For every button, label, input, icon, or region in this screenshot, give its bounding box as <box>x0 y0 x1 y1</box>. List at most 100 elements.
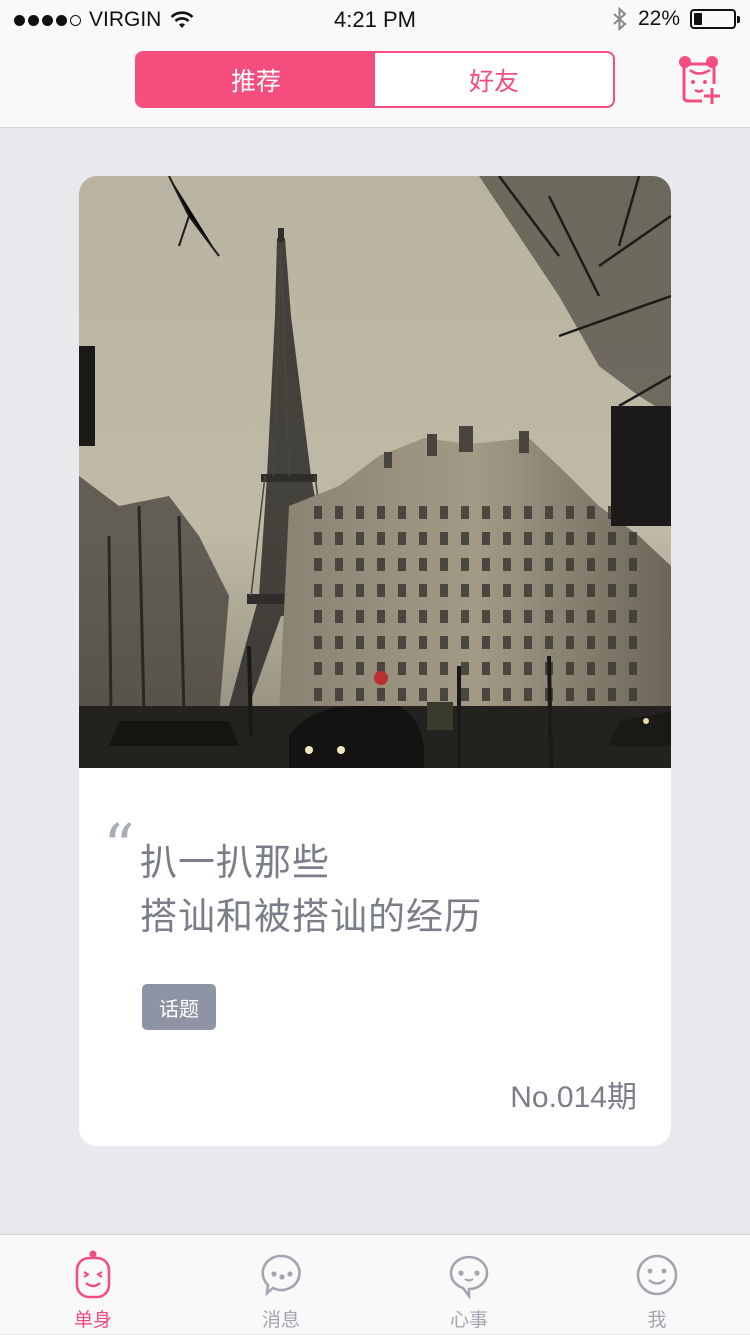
building-window <box>566 610 574 623</box>
building-window <box>629 688 637 701</box>
building-window <box>335 532 343 545</box>
building-window <box>314 662 322 675</box>
building-window <box>440 662 448 675</box>
building-window <box>356 558 364 571</box>
building-window <box>608 636 616 649</box>
building-window <box>377 584 385 597</box>
building-window <box>503 532 511 545</box>
building-window <box>419 636 427 649</box>
building-window <box>419 558 427 571</box>
quote-mark-icon: “ <box>103 810 135 883</box>
tab-label-single: 单身 <box>73 1310 112 1331</box>
building-window <box>398 558 406 571</box>
building-window <box>629 532 637 545</box>
building-window <box>503 558 511 571</box>
building-window <box>356 506 364 519</box>
building-window <box>482 558 490 571</box>
building-window <box>587 662 595 675</box>
building-window <box>629 610 637 623</box>
building-window <box>419 610 427 623</box>
building-window <box>629 584 637 597</box>
card-title-line-1: 扒一扒那些 <box>140 842 330 883</box>
building-window <box>398 636 406 649</box>
message-icon <box>261 1254 301 1297</box>
tab-single[interactable]: 单身 <box>43 1235 143 1335</box>
building-window <box>503 584 511 597</box>
topic-tag[interactable]: 话题 <box>142 984 216 1030</box>
building-window <box>545 610 553 623</box>
building-window <box>314 636 322 649</box>
building-window <box>377 688 385 701</box>
building-window <box>587 584 595 597</box>
building-window <box>608 584 616 597</box>
building-window <box>377 636 385 649</box>
building-window <box>629 558 637 571</box>
building-window <box>566 636 574 649</box>
building-window <box>524 506 532 519</box>
building-window <box>524 688 532 701</box>
building-window <box>629 662 637 675</box>
building-window <box>524 610 532 623</box>
building-window <box>545 532 553 545</box>
building-window <box>398 610 406 623</box>
building-window <box>503 688 511 701</box>
building-window <box>314 584 322 597</box>
battery-level-fill <box>694 13 703 25</box>
building-window <box>503 636 511 649</box>
building-window <box>524 662 532 675</box>
building-window <box>566 532 574 545</box>
building-window <box>398 662 406 675</box>
battery-icon <box>690 9 740 29</box>
building-window <box>545 636 553 649</box>
building-window <box>335 558 343 571</box>
building-window <box>419 662 427 675</box>
building-window <box>461 584 469 597</box>
building-window <box>608 558 616 571</box>
building-window <box>398 584 406 597</box>
issue-number: No.014期 <box>510 1081 637 1114</box>
tab-recommended[interactable]: 推荐 <box>137 53 375 106</box>
tab-heart-talk[interactable]: 心事 <box>419 1235 519 1335</box>
building-window <box>356 636 364 649</box>
building-window <box>335 506 343 519</box>
tab-friends[interactable]: 好友 <box>375 53 613 106</box>
building-window <box>503 506 511 519</box>
building-window <box>356 688 364 701</box>
tab-bar: 单身 消息 心事 我 <box>0 1234 750 1334</box>
building-window <box>545 584 553 597</box>
building-window <box>587 532 595 545</box>
add-friend-icon[interactable] <box>676 53 722 107</box>
building-window <box>440 584 448 597</box>
building-window <box>377 558 385 571</box>
building-window <box>524 532 532 545</box>
building-window <box>545 506 553 519</box>
topic-card[interactable]: “ 扒一扒那些 搭讪和被搭讪的经历 话题 No.014期 <box>79 176 671 1146</box>
building-window <box>461 610 469 623</box>
building-window <box>461 636 469 649</box>
tab-label-me: 我 <box>647 1310 667 1331</box>
building-window <box>377 532 385 545</box>
building-window <box>566 688 574 701</box>
tab-label-heart-talk: 心事 <box>449 1310 488 1331</box>
card-title-line-2: 搭讪和被搭讪的经历 <box>140 896 482 937</box>
building-window <box>587 688 595 701</box>
battery-percent: 22% <box>637 7 680 30</box>
building-window <box>356 610 364 623</box>
building-window <box>377 506 385 519</box>
building-window <box>335 662 343 675</box>
building-window <box>524 558 532 571</box>
building-window <box>503 610 511 623</box>
tab-messages[interactable]: 消息 <box>231 1235 331 1335</box>
building-window <box>482 532 490 545</box>
building-window <box>587 506 595 519</box>
building-window <box>629 636 637 649</box>
building-window <box>335 584 343 597</box>
status-right: 22% <box>612 7 740 31</box>
tab-me[interactable]: 我 <box>607 1235 707 1335</box>
building-window <box>566 506 574 519</box>
building-window <box>314 506 322 519</box>
building-window <box>440 532 448 545</box>
building-window <box>608 532 616 545</box>
building-window <box>461 688 469 701</box>
building-window <box>587 610 595 623</box>
